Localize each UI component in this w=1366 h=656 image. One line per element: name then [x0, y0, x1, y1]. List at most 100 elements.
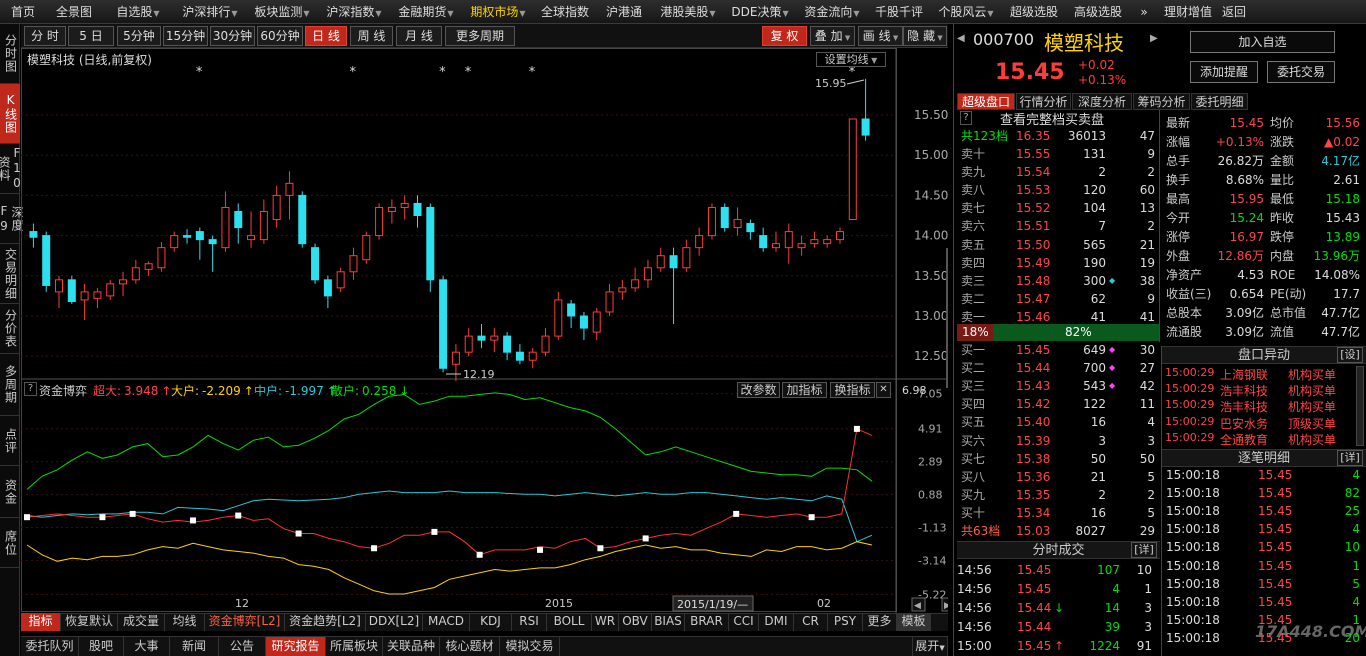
menu-item-16[interactable]: 高级选股 [1066, 0, 1130, 24]
menu-item-5[interactable]: 沪深指数▼ [318, 0, 390, 24]
period-button-1[interactable]: 5 日 [68, 26, 114, 46]
period-button-9[interactable]: 更多周期 [445, 26, 515, 46]
bottom-tab-1[interactable]: 股吧 [79, 637, 124, 656]
quote-action-button-0[interactable]: 加入自选 [1190, 31, 1335, 53]
event-star-icon[interactable]: * [349, 65, 356, 80]
menu-item-4[interactable]: 板块监测▼ [246, 0, 318, 24]
menu-item-12[interactable]: 资金流向▼ [796, 0, 868, 24]
indicator-tab-12[interactable]: OBV [619, 613, 652, 631]
indicator-button-0[interactable]: 改参数 [737, 382, 780, 398]
alert-stock[interactable]: 巴安水务 [1220, 415, 1268, 432]
quote-tab-2[interactable]: 深度分析 [1072, 93, 1132, 110]
indicator-tab-13[interactable]: BIAS [652, 613, 685, 631]
quote-tab-1[interactable]: 行情分析 [1016, 93, 1071, 110]
menu-item-8[interactable]: 全球指数 [534, 0, 596, 24]
left-tab-9[interactable]: 席位 [0, 518, 20, 568]
indicator-tab-5[interactable]: 资金趋势[L2] [285, 613, 366, 631]
indicator-tab-3[interactable]: 均线 [165, 613, 205, 631]
bottom-tab-8[interactable]: 核心题材 [440, 637, 500, 656]
menu-item-18[interactable]: 理财增值 [1158, 0, 1214, 24]
bottom-tab-6[interactable]: 所属板块 [326, 637, 383, 656]
indicator-tab-18[interactable]: PSY [828, 613, 863, 631]
indicator-button-2[interactable]: 换指标 [830, 382, 875, 398]
bottom-tab-2[interactable]: 大事 [124, 637, 170, 656]
left-tab-6[interactable]: 多周期 [0, 354, 20, 416]
event-star-icon[interactable]: * [465, 65, 472, 80]
menu-item-0[interactable]: 首页 [0, 0, 46, 24]
left-tab-2[interactable]: F10资料 [0, 144, 24, 194]
left-tab-0[interactable]: 分时图 [0, 24, 20, 84]
indicator-tab-4[interactable]: 资金博弈[L2] [205, 613, 285, 631]
period-button-2[interactable]: 5分钟 [117, 26, 161, 46]
bottom-tab-5[interactable]: 研究报告 [266, 637, 326, 656]
next-stock-icon[interactable]: ▶ [1150, 33, 1158, 44]
indicator-tab-19[interactable]: 更多 [863, 613, 897, 631]
quote-tab-3[interactable]: 筹码分析 [1133, 93, 1190, 110]
event-star-icon[interactable]: * [529, 65, 536, 80]
alert-stock[interactable]: 全通教育 [1220, 431, 1268, 448]
period-button-3[interactable]: 15分钟 [163, 26, 208, 46]
indicator-tab-11[interactable]: WR [592, 613, 619, 631]
alert-settings-button[interactable]: [设] [1337, 347, 1363, 363]
indicator-tab-8[interactable]: KDJ [470, 613, 512, 631]
close-icon[interactable]: ✕ [876, 382, 891, 398]
menu-item-6[interactable]: 金融期货▼ [390, 0, 462, 24]
indicator-tab-0[interactable]: 指标 [21, 613, 61, 631]
menu-item-10[interactable]: 港股美股▼ [652, 0, 724, 24]
menu-item-13[interactable]: 千股千评 [868, 0, 930, 24]
left-tab-4[interactable]: 交易明细 [0, 244, 20, 304]
indicator-tab-10[interactable]: BOLL [547, 613, 592, 631]
kline-chart[interactable]: 15.50 15.00 14.50 14.00 13.50 13.00 12.50 * * * * *… [21, 48, 948, 613]
prev-stock-icon[interactable]: ◀ [957, 33, 965, 44]
set-ma-button[interactable]: 设置均线 ▼ [816, 52, 886, 67]
period-button-0[interactable]: 分 时 [24, 26, 66, 46]
help-icon[interactable]: ? [24, 382, 37, 396]
bottom-tab-3[interactable]: 新闻 [170, 637, 219, 656]
event-star-icon[interactable]: * [196, 65, 203, 80]
menu-item-17[interactable]: » [1130, 0, 1158, 24]
indicator-tab-1[interactable]: 恢复默认 [61, 613, 118, 631]
indicator-button-1[interactable]: 加指标 [782, 382, 827, 398]
quote-action-button-2[interactable]: 委托交易 [1267, 61, 1335, 83]
menu-item-1[interactable]: 全景图 [46, 0, 102, 24]
bottom-tab-0[interactable]: 委托队列 [21, 637, 79, 656]
menu-item-11[interactable]: DDE决策▼ [724, 0, 796, 24]
menu-item-15[interactable]: 超级选股 [1002, 0, 1066, 24]
details-button[interactable]: [详] [1337, 450, 1363, 466]
indicator-tab-20[interactable]: 模板 [897, 613, 931, 631]
toolbar-right-button-1[interactable]: 叠 加 ▼ [810, 26, 855, 46]
menu-item-3[interactable]: 沪深排行▼ [174, 0, 246, 24]
indicator-tab-2[interactable]: 成交量 [118, 613, 165, 631]
indicator-tab-7[interactable]: MACD [423, 613, 470, 631]
indicator-tab-17[interactable]: CR [794, 613, 828, 631]
period-button-8[interactable]: 月 线 [396, 26, 442, 46]
quote-tab-4[interactable]: 委托明细 [1191, 93, 1248, 110]
period-button-5[interactable]: 60分钟 [257, 26, 303, 46]
quote-tab-0[interactable]: 超级盘口 [957, 93, 1015, 110]
toolbar-right-button-2[interactable]: 画 线 ▼ [858, 26, 903, 46]
help-icon[interactable]: ? [960, 111, 972, 125]
bottom-tab-7[interactable]: 关联品种 [383, 637, 440, 656]
left-tab-1[interactable]: K线图 [0, 84, 20, 144]
menu-item-2[interactable]: 自选股▼ [102, 0, 174, 24]
period-button-6[interactable]: 日 线 [305, 26, 347, 46]
left-tab-3[interactable]: 深度F9 [0, 194, 24, 244]
period-button-4[interactable]: 30分钟 [210, 26, 255, 46]
menu-item-19[interactable]: 返回 [1214, 0, 1254, 24]
toolbar-right-button-3[interactable]: 隐 藏 ▼ [903, 26, 947, 46]
bottom-tab-4[interactable]: 公告 [219, 637, 266, 656]
alert-scrollbar[interactable] [1356, 366, 1364, 446]
alert-stock[interactable]: 浩丰科技 [1220, 382, 1268, 399]
menu-item-9[interactable]: 沪港通 [596, 0, 652, 24]
alert-stock[interactable]: 上海钢联 [1220, 366, 1268, 383]
indicator-tab-14[interactable]: BRAR [685, 613, 729, 631]
indicator-tab-16[interactable]: DMI [759, 613, 794, 631]
ticks-detail-button[interactable]: [详] [1131, 542, 1157, 558]
event-star-icon[interactable]: * [439, 65, 446, 80]
indicator-tab-15[interactable]: CCI [729, 613, 759, 631]
bottom-tab-9[interactable]: 模拟交易 [500, 637, 560, 656]
view-full-orderbook-link[interactable]: 查看完整档买卖盘 [1000, 109, 1104, 128]
chart-scrollbar[interactable] [946, 248, 948, 388]
event-star-icon[interactable]: * [849, 65, 856, 80]
menu-item-14[interactable]: 个股风云▼ [930, 0, 1002, 24]
